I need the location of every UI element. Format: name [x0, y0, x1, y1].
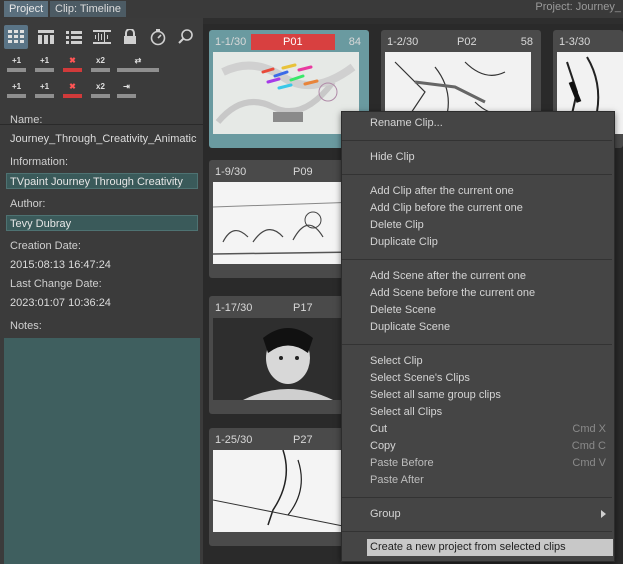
search-icon[interactable] — [174, 25, 198, 49]
lock-icon[interactable] — [118, 25, 142, 49]
window-title: Project: Journey_ — [535, 1, 621, 13]
swap-arrows-icon[interactable]: ⇄ — [116, 56, 160, 72]
clip-frame-count: 58 — [520, 36, 533, 48]
clip-header: 1-1/30 P01 84 — [213, 34, 363, 50]
creation-date-value: 2015:08:13 16:47:24 — [10, 259, 111, 271]
remove-button[interactable]: ✖ — [62, 56, 83, 72]
notes-field[interactable] — [4, 338, 200, 564]
tab-project[interactable]: Project — [4, 1, 49, 17]
add-one-after-button[interactable]: +1 — [34, 56, 55, 72]
menu-copy-label: Copy — [370, 440, 396, 452]
menu-copy-shortcut: Cmd C — [571, 440, 606, 452]
split-arrow-icon[interactable]: ⇥ — [116, 82, 137, 98]
add-one-after-button-2[interactable]: +1 — [34, 82, 55, 98]
top-tab-bar: Project Clip: Timeline Project: Journey_ — [0, 0, 623, 19]
clip-id: 1-1/30 — [215, 36, 247, 48]
clip-thumbnail — [213, 450, 359, 532]
menu-cut[interactable]: Cut Cmd X — [370, 421, 610, 438]
author-field[interactable]: Tevy Dubray — [6, 215, 198, 231]
menu-separator — [342, 497, 612, 498]
clip-name: P27 — [293, 434, 313, 446]
menu-duplicate-clip[interactable]: Duplicate Clip — [370, 234, 610, 251]
double-button[interactable]: x2 — [90, 56, 111, 72]
menu-paste-after[interactable]: Paste After — [370, 472, 610, 489]
menu-separator — [342, 174, 612, 175]
submenu-arrow-icon — [601, 510, 606, 518]
clip-name: P09 — [293, 166, 313, 178]
clip-context-menu: Rename Clip... Hide Clip Add Clip after … — [341, 111, 615, 562]
clip-header: 1-3/30 — [557, 34, 623, 50]
menu-separator — [342, 259, 612, 260]
last-change-label: Last Change Date: — [10, 278, 102, 290]
clip-thumbnail — [213, 182, 359, 264]
clip-thumbnail — [213, 52, 359, 134]
menu-add-scene-before[interactable]: Add Scene before the current one — [370, 285, 610, 302]
menu-separator — [342, 531, 612, 532]
menu-group-label: Group — [370, 508, 401, 520]
menu-select-all-clips[interactable]: Select all Clips — [370, 404, 610, 421]
notes-label: Notes: — [10, 320, 42, 332]
add-one-before-button[interactable]: +1 — [6, 56, 27, 72]
menu-group[interactable]: Group — [370, 506, 610, 523]
menu-paste-before-label: Paste Before — [370, 457, 434, 469]
menu-separator — [342, 140, 612, 141]
clip-id: 1-2/30 — [387, 36, 419, 48]
menu-select-clip[interactable]: Select Clip — [370, 353, 610, 370]
menu-add-clip-after[interactable]: Add Clip after the current one — [370, 183, 610, 200]
clip-name: P02 — [457, 36, 477, 48]
clip-name: P17 — [293, 302, 313, 314]
view-toolbar — [4, 25, 200, 53]
menu-separator — [342, 344, 612, 345]
name-value[interactable]: Journey_Through_Creativity_Animatic — [10, 133, 196, 145]
creation-date-label: Creation Date: — [10, 240, 81, 252]
menu-delete-scene[interactable]: Delete Scene — [370, 302, 610, 319]
menu-rename-clip[interactable]: Rename Clip... — [370, 115, 610, 132]
menu-paste-before[interactable]: Paste Before Cmd V — [370, 455, 610, 472]
clip-frame-count: 84 — [348, 36, 361, 48]
menu-delete-clip[interactable]: Delete Clip — [370, 217, 610, 234]
project-info-panel: +1 +1 ✖ x2 ⇄ +1 +1 ✖ x2 ⇥ Name: Journey_… — [0, 18, 203, 564]
menu-duplicate-scene[interactable]: Duplicate Scene — [370, 319, 610, 336]
information-label: Information: — [10, 156, 69, 168]
tab-clip-timeline[interactable]: Clip: Timeline — [50, 1, 127, 17]
clip-thumbnail — [213, 318, 359, 400]
last-change-value: 2023:01:07 10:36:24 — [10, 297, 111, 309]
menu-copy[interactable]: Copy Cmd C — [370, 438, 610, 455]
remove-button-2[interactable]: ✖ — [62, 82, 83, 98]
grid-view-icon[interactable] — [4, 25, 28, 49]
waveform-icon[interactable] — [90, 25, 114, 49]
clip-id: 1-9/30 — [215, 166, 247, 178]
clip-name: P01 — [283, 36, 303, 48]
menu-select-group-clips[interactable]: Select all same group clips — [370, 387, 610, 404]
double-button-2[interactable]: x2 — [90, 82, 111, 98]
menu-hide-clip[interactable]: Hide Clip — [370, 149, 610, 166]
clip-header: 1-2/30 P02 58 — [385, 34, 535, 50]
clip-id: 1-3/30 — [559, 36, 591, 48]
add-one-before-button-2[interactable]: +1 — [6, 82, 27, 98]
author-label: Author: — [10, 198, 46, 210]
menu-add-clip-before[interactable]: Add Clip before the current one — [370, 200, 610, 217]
film-view-icon[interactable] — [34, 25, 58, 49]
list-view-icon[interactable] — [62, 25, 86, 49]
menu-paste-before-shortcut: Cmd V — [572, 457, 606, 469]
menu-select-scene-clips[interactable]: Select Scene's Clips — [370, 370, 610, 387]
menu-cut-shortcut: Cmd X — [572, 423, 606, 435]
menu-add-scene-after[interactable]: Add Scene after the current one — [370, 268, 610, 285]
clip-id: 1-25/30 — [215, 434, 253, 446]
clip-id: 1-17/30 — [215, 302, 253, 314]
information-field[interactable]: TVpaint Journey Through Creativity — [6, 173, 198, 189]
name-label: Name: — [10, 114, 43, 126]
menu-create-project-from-selected[interactable]: Create a new project from selected clips — [367, 539, 613, 556]
menu-cut-label: Cut — [370, 423, 388, 435]
timer-icon[interactable] — [146, 25, 170, 49]
